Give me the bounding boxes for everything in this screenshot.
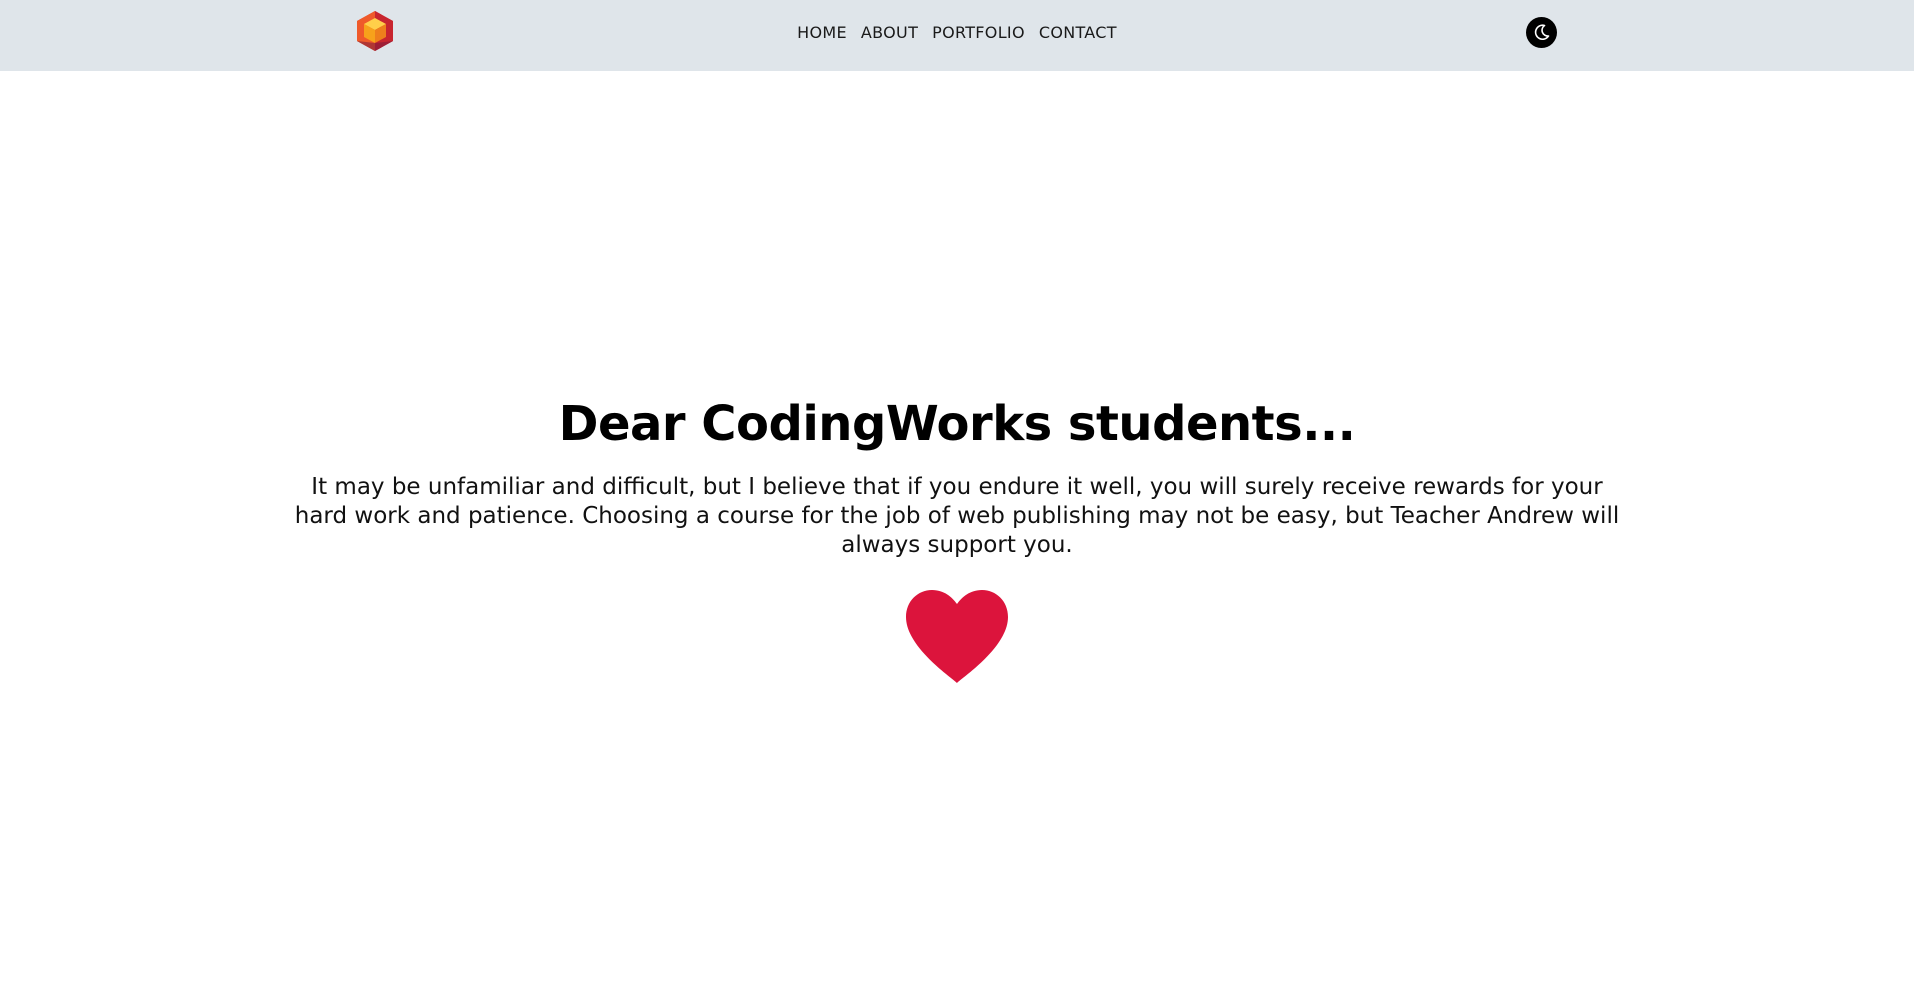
- hexagon-cube-logo-icon: [357, 11, 393, 51]
- page-title: Dear CodingWorks students...: [558, 396, 1356, 452]
- theme-toggle-button[interactable]: [1526, 17, 1557, 48]
- nav-contact-link[interactable]: CONTACT: [1039, 23, 1117, 42]
- welcome-message: It may be unfamiliar and difficult, but …: [294, 474, 1620, 558]
- nav-home-link[interactable]: HOME: [797, 23, 847, 42]
- nav-about-link[interactable]: ABOUT: [861, 23, 918, 42]
- main-nav: HOME ABOUT PORTFOLIO CONTACT: [0, 0, 1914, 64]
- moon-icon: [1534, 24, 1550, 40]
- logo-link[interactable]: [355, 10, 395, 52]
- site-header: HOME ABOUT PORTFOLIO CONTACT: [0, 0, 1914, 71]
- main-content: Dear CodingWorks students... It may be u…: [0, 390, 1914, 684]
- heart-icon: [906, 590, 1008, 683]
- nav-portfolio-link[interactable]: PORTFOLIO: [932, 23, 1025, 42]
